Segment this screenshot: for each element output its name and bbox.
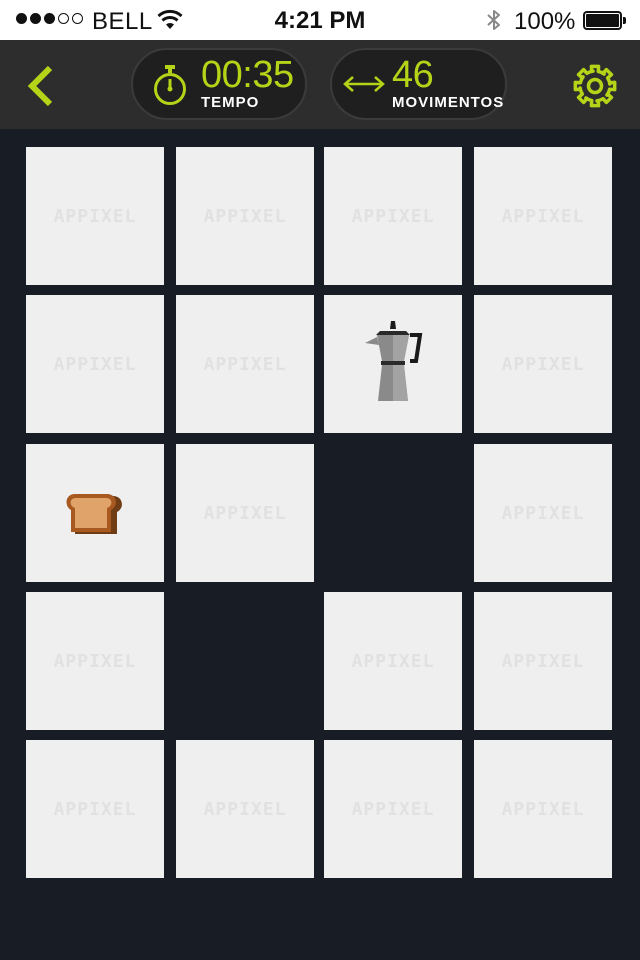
timer-value: 00:35 xyxy=(201,54,294,96)
card-hidden[interactable]: APPIXEL xyxy=(176,740,314,878)
back-button[interactable] xyxy=(22,64,62,108)
card-back-logo: APPIXEL xyxy=(203,798,287,820)
card-back-logo: APPIXEL xyxy=(501,205,585,227)
card-hidden[interactable]: APPIXEL xyxy=(26,147,164,285)
card-hidden[interactable]: APPIXEL xyxy=(324,592,462,730)
horizontal-arrows-icon xyxy=(343,76,385,92)
card-hidden[interactable]: APPIXEL xyxy=(26,740,164,878)
card-back-logo: APPIXEL xyxy=(351,205,435,227)
card-back-logo: APPIXEL xyxy=(501,650,585,672)
card-hidden[interactable]: APPIXEL xyxy=(474,147,612,285)
toast-icon xyxy=(65,486,125,540)
timer-display: 00:35 TEMPO xyxy=(131,48,307,120)
card-back-logo: APPIXEL xyxy=(351,798,435,820)
card-hidden[interactable]: APPIXEL xyxy=(324,147,462,285)
card-hidden[interactable]: APPIXEL xyxy=(474,444,612,582)
card-back-logo: APPIXEL xyxy=(53,650,137,672)
card-hidden[interactable]: APPIXEL xyxy=(474,592,612,730)
moves-value: 46 xyxy=(392,54,434,96)
card-hidden[interactable]: APPIXEL xyxy=(324,740,462,878)
battery-percent: 100% xyxy=(514,8,576,35)
status-bar: BELL 4:21 PM 100% xyxy=(0,0,640,40)
settings-button[interactable] xyxy=(573,64,617,108)
bluetooth-icon xyxy=(487,10,500,30)
moves-counter: 46 MOVIMENTOS xyxy=(330,48,507,120)
card-revealed[interactable] xyxy=(26,444,164,582)
card-back-logo: APPIXEL xyxy=(501,798,585,820)
card-back-logo: APPIXEL xyxy=(203,502,287,524)
card-back-logo: APPIXEL xyxy=(53,798,137,820)
game-header: 00:35 TEMPO 46 MOVIMENTOS xyxy=(0,40,640,129)
gear-icon xyxy=(573,64,617,108)
card-hidden[interactable]: APPIXEL xyxy=(26,592,164,730)
card-hidden[interactable]: APPIXEL xyxy=(176,295,314,433)
card-revealed[interactable] xyxy=(324,295,462,433)
timer-label: TEMPO xyxy=(201,94,260,111)
battery-level-fill xyxy=(586,14,619,27)
chevron-left-icon xyxy=(27,65,53,107)
card-back-logo: APPIXEL xyxy=(53,353,137,375)
card-hidden[interactable]: APPIXEL xyxy=(26,295,164,433)
card-hidden[interactable]: APPIXEL xyxy=(176,147,314,285)
card-hidden[interactable]: APPIXEL xyxy=(474,295,612,433)
battery-icon xyxy=(583,11,627,30)
card-hidden[interactable]: APPIXEL xyxy=(474,740,612,878)
card-back-logo: APPIXEL xyxy=(351,650,435,672)
card-back-logo: APPIXEL xyxy=(501,502,585,524)
card-back-logo: APPIXEL xyxy=(203,353,287,375)
moka-pot-icon xyxy=(358,321,428,407)
stopwatch-icon xyxy=(154,65,186,105)
card-back-logo: APPIXEL xyxy=(53,205,137,227)
card-hidden[interactable]: APPIXEL xyxy=(176,444,314,582)
card-back-logo: APPIXEL xyxy=(203,205,287,227)
moves-label: MOVIMENTOS xyxy=(392,94,505,111)
card-back-logo: APPIXEL xyxy=(501,353,585,375)
